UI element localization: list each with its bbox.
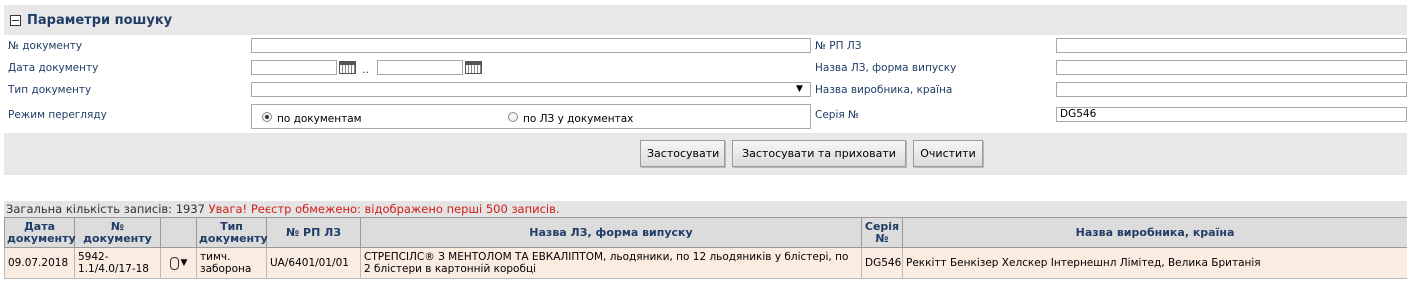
minus-square-icon[interactable] xyxy=(10,14,21,26)
date-from-input[interactable] xyxy=(251,60,337,75)
clear-button[interactable]: Очистити xyxy=(913,140,983,167)
record-count: Загальна кількість записів: 1937 xyxy=(6,202,205,216)
panel-title: Параметри пошуку xyxy=(27,12,173,28)
col-attachment xyxy=(160,217,197,248)
col-date[interactable]: Дата документу xyxy=(4,217,76,248)
cell-name: СТРЕПСІЛС® З МЕНТОЛОМ ТА ЕВКАЛІПТОМ, льо… xyxy=(360,247,862,279)
calendar-icon[interactable] xyxy=(465,61,482,74)
results-section: Загальна кількість записів: 1937 Увага! … xyxy=(4,201,1407,279)
cell-series: DG546 xyxy=(861,247,903,279)
name-input[interactable] xyxy=(1056,60,1407,75)
series-label: Серія № xyxy=(815,109,859,121)
name-label: Назва ЛЗ, форма випуску xyxy=(815,62,957,74)
search-panel: Параметри пошуку № документу Дата докуме… xyxy=(4,5,1407,175)
results-count-bar: Загальна кількість записів: 1937 Увага! … xyxy=(4,201,1407,217)
doc-date-label: Дата документу xyxy=(8,62,99,74)
search-form: № документу Дата документу Тип документу… xyxy=(4,35,1407,133)
doc-type-label: Тип документу xyxy=(8,84,92,96)
col-series[interactable]: Серія № xyxy=(861,217,903,248)
cell-manufacturer: Реккітт Бенкізер Хелскер Інтернешнл Лімі… xyxy=(902,247,1407,279)
radio-by-lz[interactable] xyxy=(508,112,518,122)
doc-number-input[interactable] xyxy=(251,38,811,53)
rp-label: № РП ЛЗ xyxy=(815,40,862,52)
apply-button[interactable]: Застосувати xyxy=(640,140,725,167)
series-input[interactable]: DG546 xyxy=(1056,107,1407,122)
chevron-down-icon[interactable]: ▼ xyxy=(796,84,803,94)
manufacturer-input[interactable] xyxy=(1056,82,1407,97)
cell-date: 09.07.2018 xyxy=(4,247,75,279)
table-row[interactable]: 09.07.2018 5942-1.1/4.0/17-18 ▼ тимч. за… xyxy=(4,247,1407,279)
doc-number-label: № документу xyxy=(8,40,83,52)
col-type[interactable]: Тип документу xyxy=(196,217,268,248)
calendar-icon[interactable] xyxy=(339,61,356,74)
col-manufacturer[interactable]: Назва виробника, країна xyxy=(902,217,1407,248)
rp-input[interactable] xyxy=(1056,38,1407,53)
limit-warning: Увага! Реєстр обмежено: відображено перш… xyxy=(208,202,560,216)
radio-by-docs[interactable] xyxy=(262,112,272,122)
col-number[interactable]: № документу xyxy=(74,217,161,248)
date-to-input[interactable] xyxy=(377,60,463,75)
radio-by-docs-label[interactable]: по документам xyxy=(277,113,362,125)
panel-header[interactable]: Параметри пошуку xyxy=(10,11,172,29)
cell-type: тимч. заборона xyxy=(196,247,267,279)
results-table: Дата документу № документу Тип документу… xyxy=(4,217,1407,279)
chevron-down-icon[interactable]: ▼ xyxy=(181,257,188,269)
table-header-row: Дата документу № документу Тип документу… xyxy=(4,217,1407,248)
apply-hide-button[interactable]: Застосувати та приховати xyxy=(732,140,906,167)
col-name[interactable]: Назва ЛЗ, форма випуску xyxy=(360,217,862,248)
view-mode-label: Режим перегляду xyxy=(8,109,107,121)
paperclip-icon[interactable] xyxy=(169,256,179,270)
date-separator: .. xyxy=(362,63,369,76)
cell-attachment[interactable]: ▼ xyxy=(160,247,197,279)
view-mode-group: по документам по ЛЗ у документах xyxy=(251,104,811,129)
manufacturer-label: Назва виробника, країна xyxy=(815,84,953,96)
radio-by-lz-label[interactable]: по ЛЗ у документах xyxy=(523,113,633,125)
cell-rp: UA/6401/01/01 xyxy=(266,247,361,279)
doc-type-select[interactable] xyxy=(251,82,811,97)
col-rp[interactable]: № РП ЛЗ xyxy=(266,217,361,248)
cell-number[interactable]: 5942-1.1/4.0/17-18 xyxy=(74,247,161,279)
